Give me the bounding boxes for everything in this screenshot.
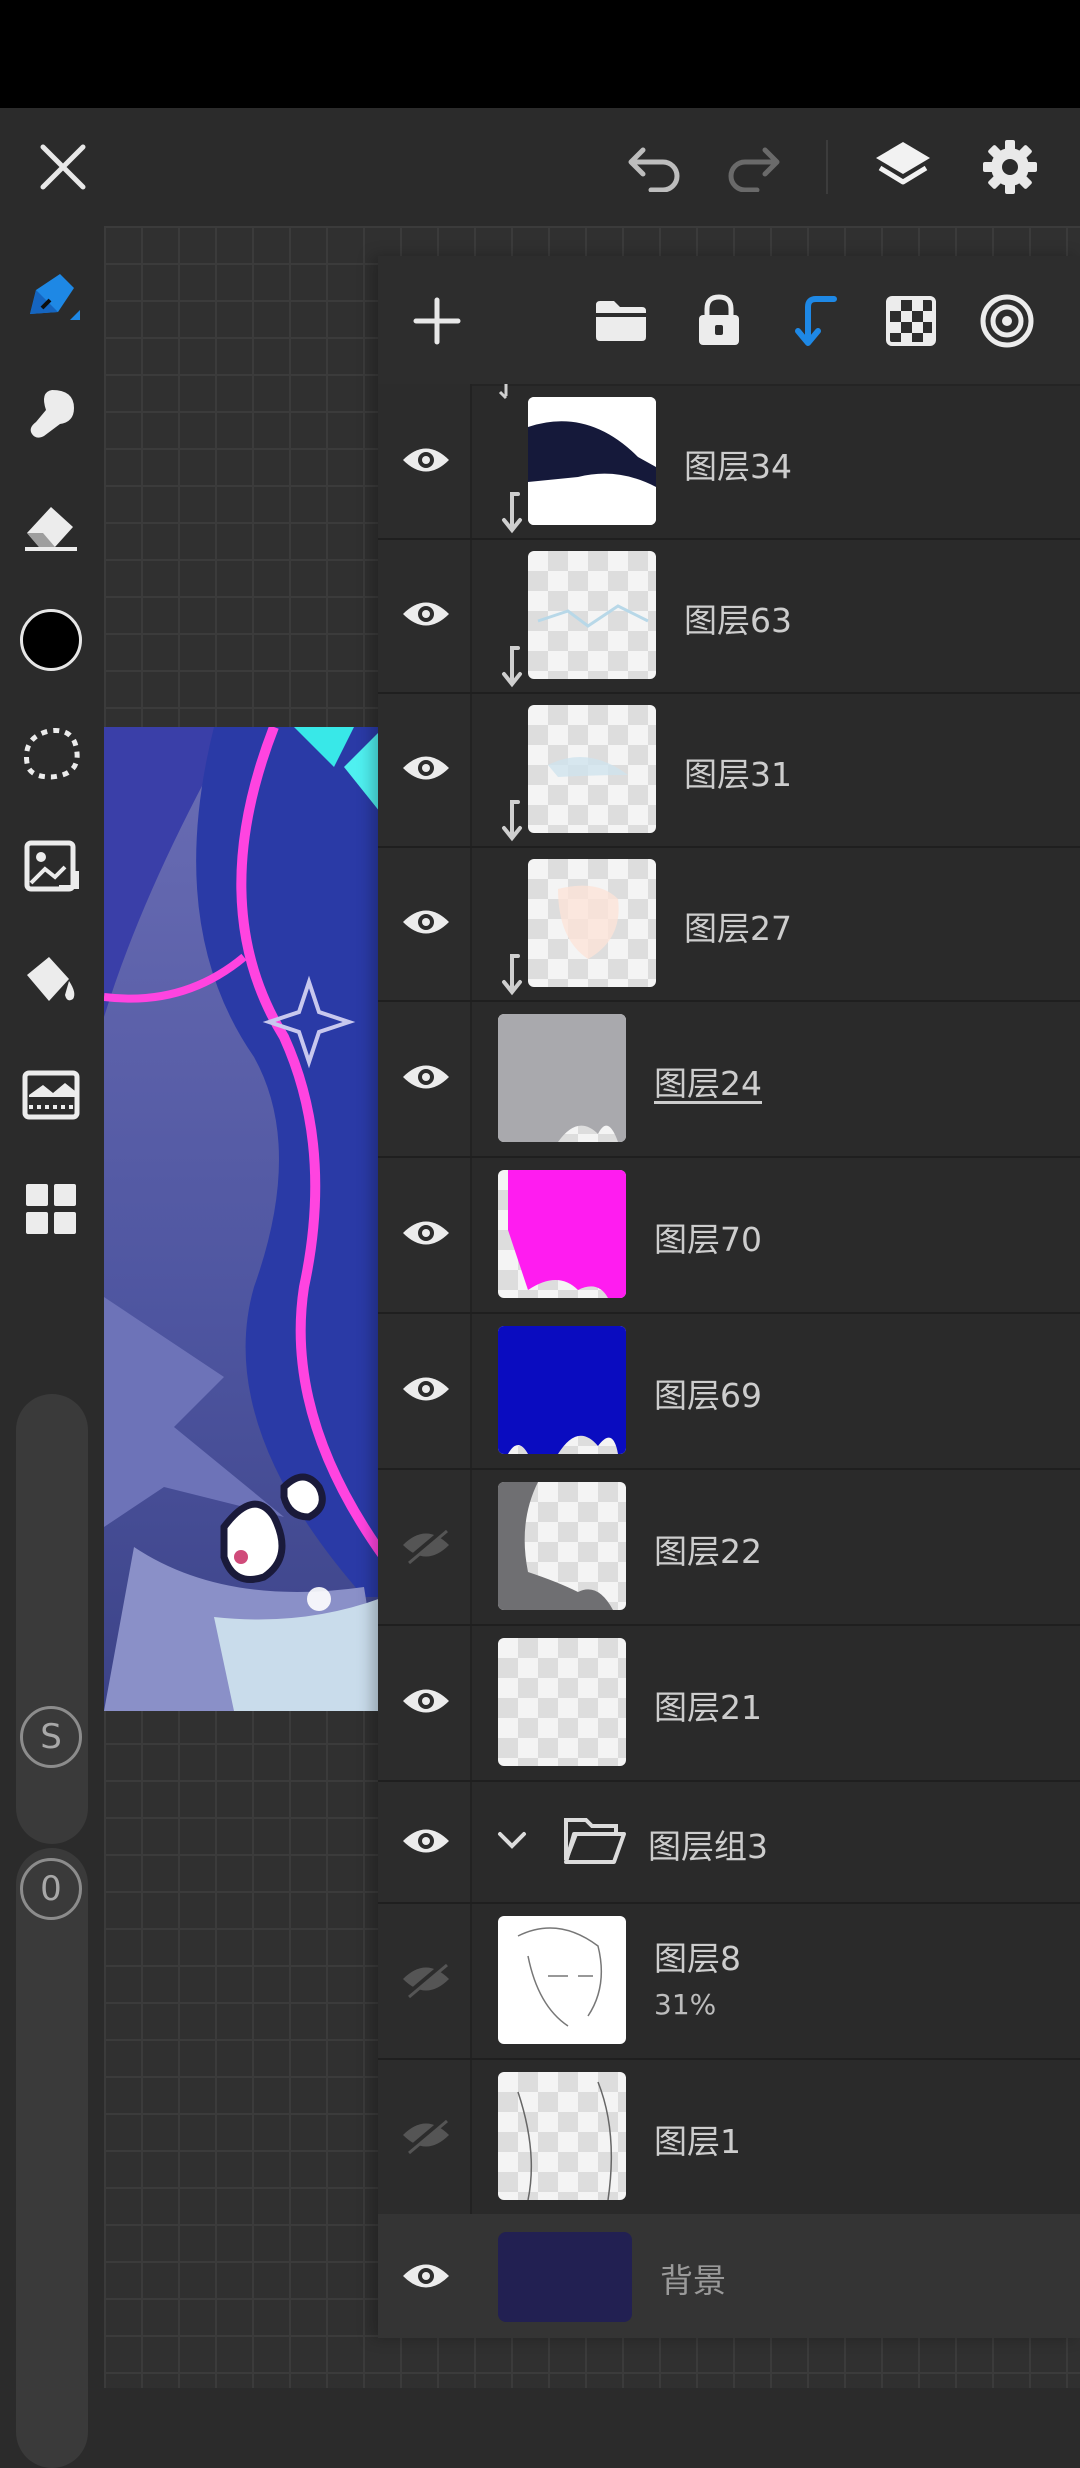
eye-icon[interactable]: [396, 2246, 456, 2306]
brush-icon[interactable]: [12, 260, 90, 338]
layer-name: 图层70: [654, 1220, 762, 1259]
layer-thumbnail: [498, 1326, 626, 1454]
eye-icon[interactable]: [396, 430, 456, 490]
canvas-artwork[interactable]: [104, 727, 384, 1711]
brush-size-badge: S: [20, 1706, 82, 1768]
layer-thumbnail: [498, 1482, 626, 1610]
layer-thumbnail: [498, 1916, 626, 2044]
layer-row[interactable]: 图层22: [378, 1468, 1080, 1626]
layer-thumbnail: [528, 551, 656, 679]
layer-group-row[interactable]: 图层组3: [378, 1780, 1080, 1904]
transparency-icon[interactable]: [876, 286, 946, 356]
layer-thumbnail: [498, 1170, 626, 1298]
layer-row[interactable]: 图层70: [378, 1156, 1080, 1314]
background-layer-row[interactable]: 背景: [378, 2214, 1080, 2338]
fill-bucket-icon[interactable]: [12, 942, 90, 1020]
layer-name: 图层34: [684, 447, 792, 486]
undo-icon[interactable]: [620, 132, 690, 202]
layer-row[interactable]: 图层34: [378, 384, 1080, 540]
layer-name: 图层8: [654, 1939, 741, 1978]
group-name: 图层组3: [648, 1827, 768, 1866]
eye-icon[interactable]: [396, 584, 456, 644]
brush-size-slider[interactable]: [16, 1394, 88, 1844]
layer-row[interactable]: 图层31: [378, 692, 1080, 848]
layer-thumbnail: [528, 859, 656, 987]
layer-name: 图层1: [654, 2122, 741, 2161]
close-icon[interactable]: [28, 132, 98, 202]
layer-row[interactable]: 图层21: [378, 1624, 1080, 1782]
redo-icon[interactable]: [718, 132, 788, 202]
clip-arrow-icon: [502, 646, 522, 688]
layers-panel: 图层34 图层63 图层31 图层27 图层24 图层70 图层69 图层22 …: [378, 256, 1080, 2338]
eye-icon[interactable]: [396, 1047, 456, 1107]
eye-hidden-icon[interactable]: [396, 1515, 456, 1575]
adjustment-icon[interactable]: [12, 1056, 90, 1134]
eye-icon[interactable]: [396, 892, 456, 952]
grid-menu-icon[interactable]: [12, 1170, 90, 1248]
eye-icon[interactable]: [396, 1359, 456, 1419]
layer-name: 图层63: [684, 601, 792, 640]
left-toolbar: S 0: [0, 226, 104, 2468]
eye-hidden-icon[interactable]: [396, 2105, 456, 2165]
layer-name: 图层69: [654, 1376, 762, 1415]
layer-row-selected[interactable]: 图层24: [378, 1000, 1080, 1158]
chevron-down-icon[interactable]: [494, 1822, 530, 1858]
layer-opacity: 31%: [654, 1988, 717, 2021]
eraser-icon[interactable]: [12, 486, 90, 564]
layer-name: 图层21: [654, 1688, 762, 1727]
layer-thumbnail: [498, 1638, 626, 1766]
eye-icon[interactable]: [396, 1811, 456, 1871]
layer-thumbnail: [528, 397, 656, 525]
smudge-icon[interactable]: [12, 374, 90, 452]
layer-row[interactable]: 图层27: [378, 846, 1080, 1002]
clip-arrow-icon: [502, 492, 522, 534]
blend-icon[interactable]: [972, 286, 1042, 356]
layers-icon[interactable]: [868, 132, 938, 202]
folder-icon[interactable]: [586, 286, 656, 356]
settings-icon[interactable]: [975, 132, 1045, 202]
layer-row[interactable]: 图层1: [378, 2058, 1080, 2216]
lasso-icon[interactable]: [12, 714, 90, 792]
eye-icon[interactable]: [396, 1671, 456, 1731]
layer-row[interactable]: 图层8 31%: [378, 1902, 1080, 2060]
layer-name: 图层24: [654, 1064, 762, 1103]
folder-open-icon: [562, 1812, 628, 1868]
clip-arrow-icon: [502, 800, 522, 842]
clip-arrow-icon: [502, 954, 522, 996]
layer-row[interactable]: 图层63: [378, 538, 1080, 694]
layer-thumbnail: [498, 2072, 626, 2200]
toolbar-divider: [826, 140, 828, 194]
brush-opacity-badge: 0: [20, 1858, 82, 1920]
eye-hidden-icon[interactable]: [396, 1949, 456, 2009]
layer-name: 背景: [660, 2261, 726, 2300]
brush-opacity-slider[interactable]: [16, 1848, 88, 2468]
top-bar: [0, 108, 1080, 226]
layers-panel-header: [378, 256, 1080, 386]
eye-icon[interactable]: [396, 1203, 456, 1263]
color-swatch[interactable]: [12, 601, 90, 679]
add-layer-button[interactable]: [402, 286, 472, 356]
eye-icon[interactable]: [396, 738, 456, 798]
layer-name: 图层22: [654, 1532, 762, 1571]
layer-name: 图层27: [684, 909, 792, 948]
lock-icon[interactable]: [684, 286, 754, 356]
image-transform-icon[interactable]: [12, 828, 90, 906]
layer-name: 图层31: [684, 755, 792, 794]
layer-thumbnail: [498, 1014, 626, 1142]
layer-row[interactable]: 图层69: [378, 1312, 1080, 1470]
background-swatch: [498, 2232, 632, 2322]
clip-icon[interactable]: [780, 286, 850, 356]
status-bar: [0, 0, 1080, 108]
layer-thumbnail: [528, 705, 656, 833]
